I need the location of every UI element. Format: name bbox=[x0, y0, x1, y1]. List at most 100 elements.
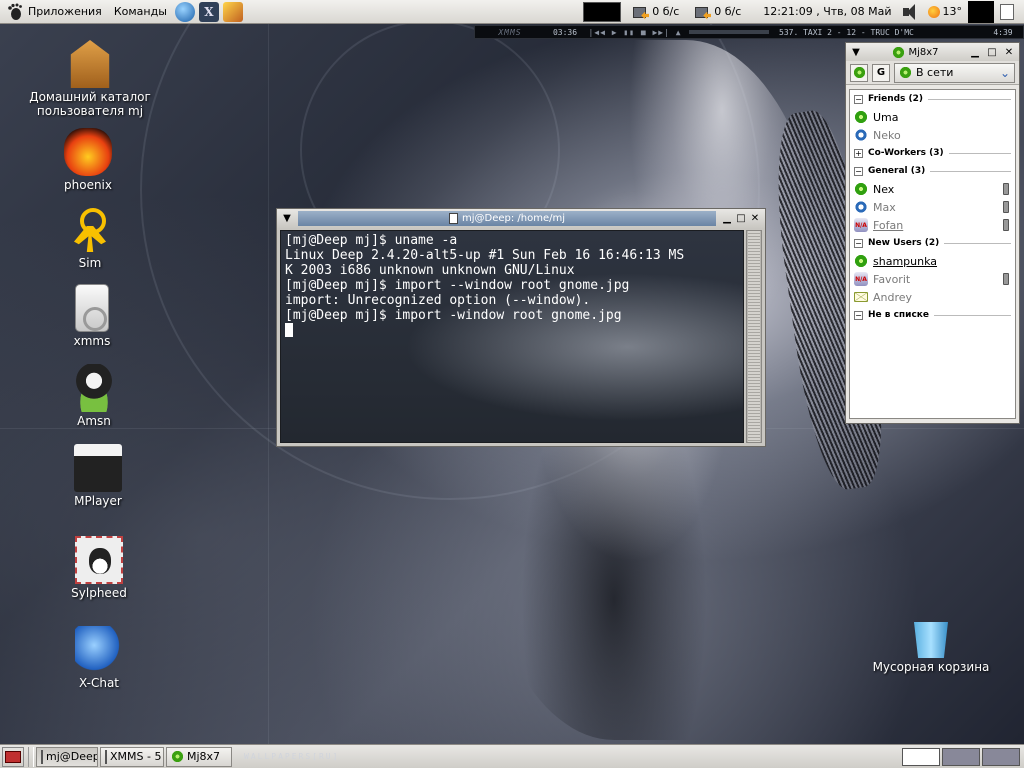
desktop-icon-phoenix[interactable]: phoenix bbox=[13, 128, 163, 192]
group-name: New Users (2) bbox=[868, 238, 940, 248]
desktop-icon-amsn[interactable]: Amsn bbox=[19, 364, 169, 428]
collapse-icon[interactable]: − bbox=[854, 94, 863, 104]
minimize-icon[interactable]: ▁ bbox=[968, 45, 982, 59]
chevron-down-icon: ⌄ bbox=[999, 65, 1010, 80]
clock[interactable]: 12:21:09 , Чтв, 08 Май bbox=[763, 5, 891, 18]
group-header-general[interactable]: − General (3) bbox=[850, 162, 1015, 180]
minimize-icon[interactable]: ▁ bbox=[720, 212, 734, 226]
contact-name: Neko bbox=[873, 128, 901, 142]
desktop-icon-sylpheed[interactable]: Sylpheed bbox=[24, 536, 174, 600]
message-envelope-icon bbox=[854, 292, 868, 302]
group-header-new-users[interactable]: − New Users (2) bbox=[850, 234, 1015, 252]
terminal-task-icon bbox=[41, 749, 43, 764]
workspace-pager[interactable] bbox=[902, 747, 1020, 766]
mobile-phone-icon bbox=[1003, 183, 1009, 195]
group-header-not-in-list[interactable]: − Не в списке bbox=[850, 306, 1015, 324]
bottom-panel: mj@Deep XMMS - 5 Mj8x7 WALLPAPERS[RU] bbox=[0, 744, 1024, 768]
desktop-icon-trash[interactable]: Мусорная корзина bbox=[856, 618, 1006, 674]
contact-item[interactable]: Uma bbox=[850, 108, 1015, 126]
task-terminal[interactable]: mj@Deep bbox=[36, 746, 98, 767]
close-icon[interactable]: ✕ bbox=[748, 212, 762, 226]
contact-item[interactable]: N/A Favorit bbox=[850, 270, 1015, 288]
desktop-icon-sim[interactable]: Sim bbox=[15, 206, 165, 270]
group-header-coworkers[interactable]: + Co-Workers (3) bbox=[850, 144, 1015, 162]
xmms-controls[interactable]: |◀◀ ▶ ▮▮ ■ ▶▶| ▲ bbox=[585, 28, 685, 37]
group-name: Не в списке bbox=[868, 310, 930, 320]
browser-launcher-icon[interactable] bbox=[174, 1, 195, 22]
terminal-title[interactable]: mj@Deep: /home/mj bbox=[298, 211, 716, 226]
task-xmms[interactable]: XMMS - 5 bbox=[100, 746, 164, 767]
away-status-icon bbox=[854, 200, 868, 214]
xmms-logo: XMMS bbox=[498, 27, 522, 37]
expand-icon[interactable]: + bbox=[854, 148, 863, 158]
status-selector[interactable]: В сети ⌄ bbox=[894, 62, 1015, 83]
close-icon[interactable]: ✕ bbox=[1002, 45, 1016, 59]
task-buddy-list[interactable]: Mj8x7 bbox=[166, 746, 232, 767]
terminal-line: import: Unrecognized option (--window). bbox=[285, 293, 591, 308]
buddy-titlebar[interactable]: ▼ Mj8x7 ▁ □ ✕ bbox=[846, 43, 1019, 61]
terminal-launcher-icon[interactable]: X bbox=[198, 1, 219, 22]
actions-menu[interactable]: Команды bbox=[108, 0, 173, 24]
contact-name: Uma bbox=[873, 110, 899, 124]
xmms-position-slider[interactable] bbox=[689, 30, 769, 34]
applications-menu[interactable]: Приложения bbox=[0, 0, 108, 24]
gnome-foot-icon bbox=[8, 3, 22, 20]
terminal-cursor-line bbox=[285, 323, 739, 339]
gimp-launcher-icon[interactable] bbox=[222, 1, 243, 22]
maximize-icon[interactable]: □ bbox=[985, 45, 999, 59]
terminal-titlebar[interactable]: ▼ mj@Deep: /home/mj ▁ □ ✕ bbox=[277, 209, 765, 228]
notes-icon[interactable] bbox=[1000, 3, 1014, 20]
buddy-list-window[interactable]: ▼ Mj8x7 ▁ □ ✕ G В сети ⌄ − Friends (2) U… bbox=[845, 42, 1020, 424]
applications-label: Приложения bbox=[28, 5, 102, 18]
group-header-friends[interactable]: − Friends (2) bbox=[850, 90, 1015, 108]
contact-item[interactable]: Neko bbox=[850, 126, 1015, 144]
xmms-player-bar[interactable]: XMMS 03:36 |◀◀ ▶ ▮▮ ■ ▶▶| ▲ 537. TAXI 2 … bbox=[474, 25, 1024, 39]
terminal-scrollbar[interactable] bbox=[746, 230, 762, 443]
desktop-icon-label: Мусорная корзина bbox=[872, 660, 990, 674]
contact-list[interactable]: − Friends (2) Uma Neko + Co-Workers (3) … bbox=[849, 89, 1016, 419]
contact-item[interactable]: N/A Fofan bbox=[850, 216, 1015, 234]
away-status-icon bbox=[854, 128, 868, 142]
collapse-icon[interactable]: − bbox=[854, 166, 863, 176]
contact-item[interactable]: shampunka bbox=[850, 252, 1015, 270]
scrollbar-thumb[interactable] bbox=[748, 231, 760, 442]
net-out-speed: 0 б/с bbox=[714, 5, 742, 18]
icq-flower-icon bbox=[852, 66, 866, 79]
na-status-icon: N/A bbox=[854, 272, 868, 286]
sun-icon bbox=[927, 5, 940, 18]
workspace-2[interactable] bbox=[942, 747, 980, 766]
xmms-time: 03:36 bbox=[552, 27, 578, 37]
maximize-icon[interactable]: □ bbox=[734, 212, 748, 226]
terminal-title-text: mj@Deep: /home/mj bbox=[461, 213, 566, 224]
online-status-icon bbox=[854, 182, 868, 196]
main-menu-button[interactable] bbox=[850, 63, 868, 82]
desktop-icon-xmms[interactable]: xmms bbox=[17, 284, 167, 348]
contact-item[interactable]: Andrey bbox=[850, 288, 1015, 306]
window-menu-icon[interactable]: ▼ bbox=[849, 45, 863, 59]
weather-applet[interactable]: 13° bbox=[927, 5, 963, 18]
net-out-monitor: 0 б/с bbox=[695, 4, 741, 20]
collapse-icon[interactable]: − bbox=[854, 238, 863, 248]
icq-flower-icon bbox=[171, 750, 184, 763]
temperature: 13° bbox=[942, 5, 963, 18]
collapse-icon[interactable]: − bbox=[854, 310, 863, 320]
contact-item[interactable]: Max bbox=[850, 198, 1015, 216]
contact-name: Nex bbox=[873, 182, 895, 196]
buddy-toolbar: G В сети ⌄ bbox=[846, 61, 1019, 85]
desktop-icon-home[interactable]: Домашний каталог пользователя mj bbox=[15, 40, 165, 118]
terminal-output[interactable]: [mj@Deep mj]$ uname -a Linux Deep 2.4.20… bbox=[280, 230, 744, 443]
task-label: Mj8x7 bbox=[187, 750, 221, 763]
group-toggle-button[interactable]: G bbox=[872, 63, 890, 82]
window-menu-icon[interactable]: ▼ bbox=[280, 212, 294, 226]
contact-item[interactable]: Nex bbox=[850, 180, 1015, 198]
workspace-3[interactable] bbox=[982, 747, 1020, 766]
desktop-icon-xchat[interactable]: X-Chat bbox=[24, 626, 174, 690]
contact-name: Andrey bbox=[873, 290, 913, 304]
volume-icon[interactable] bbox=[902, 3, 920, 21]
desktop-icon-label: Sylpheed bbox=[71, 586, 127, 600]
desktop-icon-label: MPlayer bbox=[74, 494, 122, 508]
desktop-icon-mplayer[interactable]: MPlayer bbox=[23, 444, 173, 508]
show-desktop-button[interactable] bbox=[2, 746, 24, 767]
terminal-window[interactable]: ▼ mj@Deep: /home/mj ▁ □ ✕ [mj@Deep mj]$ … bbox=[276, 208, 766, 447]
workspace-1[interactable] bbox=[902, 747, 940, 766]
